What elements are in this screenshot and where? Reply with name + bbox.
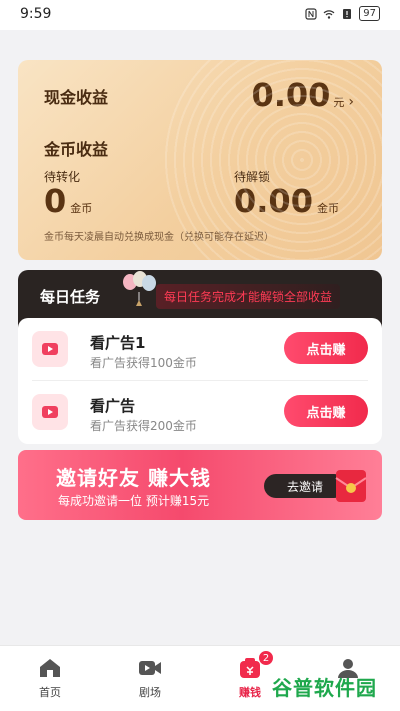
daily-tasks-subtitle: 每日任务完成才能解锁全部收益 bbox=[156, 284, 341, 309]
locked-value: 0.00 bbox=[234, 182, 313, 220]
nav-earn[interactable]: 2 赚钱 bbox=[220, 650, 280, 706]
task-name: 看广告1 bbox=[90, 334, 146, 352]
video-icon bbox=[139, 661, 161, 675]
locked-label: 待解锁 bbox=[234, 170, 271, 184]
pending-value: 0 bbox=[44, 182, 67, 220]
task-item: 看广告1 看广告获得100金币 点击赚 bbox=[18, 318, 382, 381]
chevron-right-icon: › bbox=[348, 94, 354, 110]
pending-unit: 金币 bbox=[70, 202, 93, 215]
nav-label: 首页 bbox=[39, 686, 61, 699]
nav-theater[interactable]: 剧场 bbox=[120, 656, 180, 706]
task-name: 看广告 bbox=[90, 397, 136, 415]
locked-row: 0.00 金币 bbox=[234, 182, 339, 220]
home-icon bbox=[40, 659, 60, 677]
invite-subtitle: 每成功邀请一位 预计赚15元 bbox=[58, 494, 210, 508]
cash-earnings-value: 0.00 bbox=[251, 76, 331, 114]
status-bar: 9:59 97 bbox=[0, 0, 400, 30]
invite-banner[interactable]: 邀请好友 赚大钱 每成功邀请一位 预计赚15元 去邀请 bbox=[18, 450, 382, 520]
earnings-card: 现金收益 0.00 元 › 金币收益 待转化 0 金币 待解锁 0.00 金币 … bbox=[18, 60, 382, 260]
status-icons: 97 bbox=[305, 6, 380, 21]
nav-label: 赚钱 bbox=[239, 686, 261, 699]
pending-row: 0 金币 bbox=[44, 182, 92, 220]
wifi-icon bbox=[323, 9, 335, 19]
status-time: 9:59 bbox=[20, 6, 52, 22]
red-envelope-icon bbox=[335, 470, 367, 502]
nfc-icon bbox=[305, 7, 317, 20]
watermark: 谷普软件园 bbox=[272, 676, 377, 700]
cash-earnings-label: 现金收益 bbox=[44, 88, 109, 107]
locked-unit: 金币 bbox=[316, 202, 339, 215]
daily-tasks-title: 每日任务 bbox=[40, 288, 101, 306]
cash-unit: 元 bbox=[333, 96, 345, 109]
task-description: 看广告获得100金币 bbox=[90, 356, 197, 370]
video-ad-icon bbox=[32, 394, 68, 430]
cash-earnings-link[interactable]: 0.00 元 › bbox=[251, 76, 354, 114]
invite-title: 邀请好友 赚大钱 bbox=[56, 466, 211, 490]
task-earn-button[interactable]: 点击赚 bbox=[284, 332, 368, 364]
nav-label: 剧场 bbox=[139, 686, 161, 699]
nav-home[interactable]: 首页 bbox=[20, 656, 80, 706]
task-earn-button[interactable]: 点击赚 bbox=[284, 395, 368, 427]
coin-earnings-label: 金币收益 bbox=[44, 140, 109, 159]
task-list: 看广告1 看广告获得100金币 点击赚 看广告 看广告获得200金币 点击赚 bbox=[18, 318, 382, 444]
task-description: 看广告获得200金币 bbox=[90, 419, 197, 433]
notification-badge: 2 bbox=[258, 650, 274, 666]
alert-icon bbox=[343, 8, 352, 19]
exchange-note: 金币每天凌晨自动兑换成现金（兑换可能存在延迟） bbox=[44, 232, 274, 243]
video-ad-icon bbox=[32, 331, 68, 367]
battery-indicator: 97 bbox=[359, 6, 380, 21]
task-item: 看广告 看广告获得200金币 点击赚 bbox=[18, 381, 382, 443]
